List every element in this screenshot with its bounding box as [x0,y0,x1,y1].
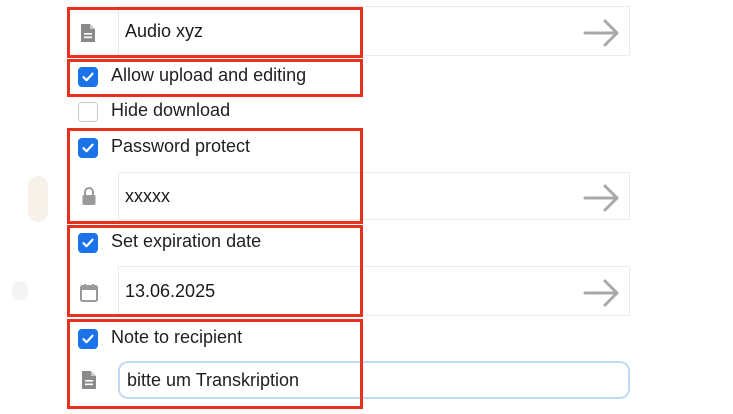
highlight-box-allow-upload [67,59,363,97]
submit-password-arrow-icon[interactable] [580,178,624,218]
highlight-box-password [67,128,363,224]
submit-expiration-arrow-icon[interactable] [580,273,624,313]
background-fragment [28,176,48,222]
share-settings-panel: Audio xyz Allow upload and editing Hide … [0,0,733,414]
submit-label-arrow-icon[interactable] [580,13,624,53]
hide-download-checkbox[interactable] [78,102,98,122]
background-fragment [12,282,28,300]
hide-download-label: Hide download [111,100,231,120]
highlight-box-expiration [67,225,363,317]
highlight-box-label [67,7,363,58]
highlight-box-note [67,319,363,409]
